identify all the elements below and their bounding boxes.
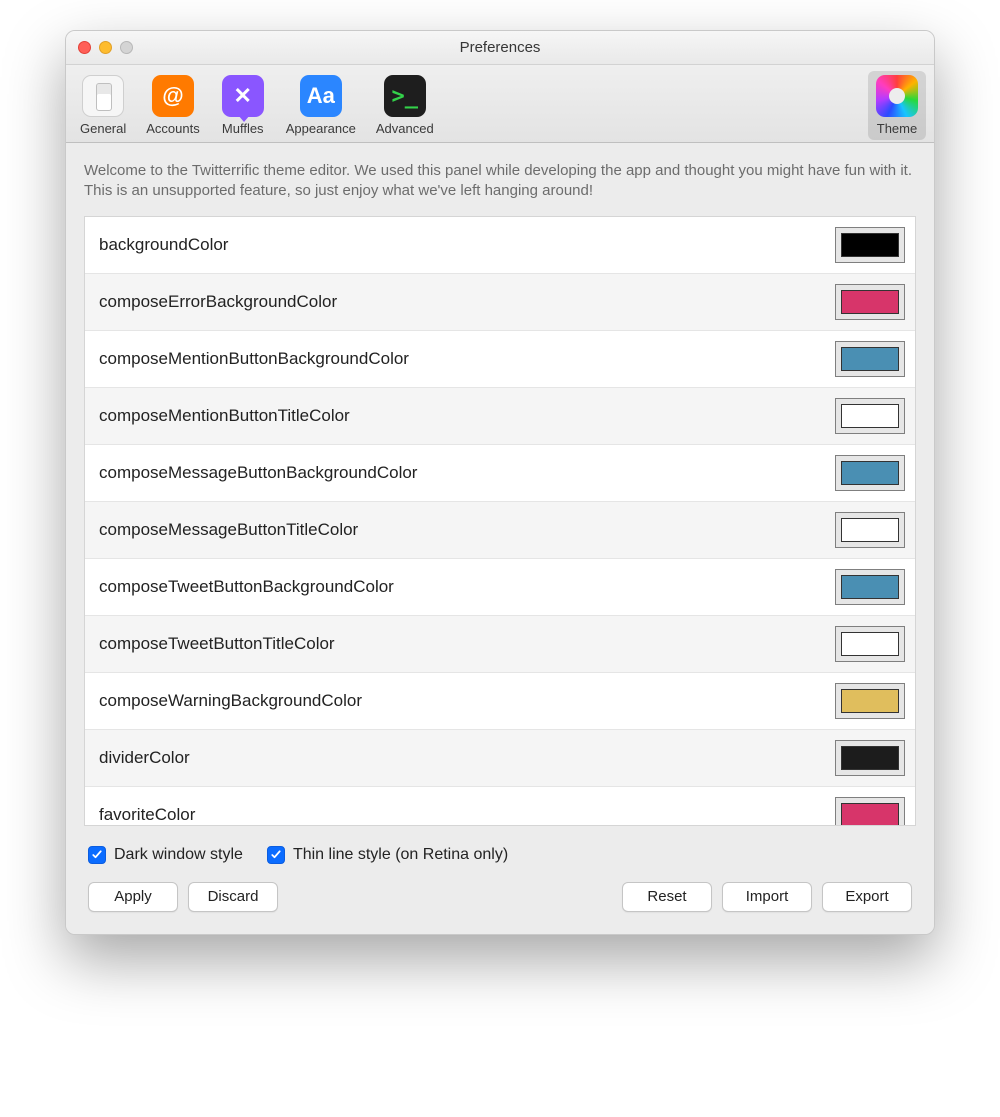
color-swatch[interactable] <box>835 227 905 263</box>
color-swatch[interactable] <box>835 626 905 662</box>
color-swatch[interactable] <box>835 455 905 491</box>
color-name-label: composeMentionButtonTitleColor <box>99 406 350 426</box>
color-swatch[interactable] <box>835 284 905 320</box>
tab-accounts[interactable]: @ Accounts <box>140 71 205 140</box>
tab-label: Theme <box>877 121 917 136</box>
dark-window-checkbox[interactable]: Dark window style <box>88 846 243 864</box>
color-swatch-fill <box>841 632 899 656</box>
color-row[interactable]: composeMentionButtonBackgroundColor <box>85 331 915 388</box>
color-swatch-fill <box>841 803 899 826</box>
color-name-label: composeTweetButtonTitleColor <box>99 634 335 654</box>
terminal-icon: >_ <box>384 75 426 117</box>
color-swatch[interactable] <box>835 512 905 548</box>
intro-text: Welcome to the Twitterrific theme editor… <box>84 161 916 202</box>
discard-button[interactable]: Discard <box>188 882 278 912</box>
titlebar: Preferences <box>66 31 934 65</box>
preferences-window: Preferences General @ Accounts ✕ Muffles… <box>65 30 935 935</box>
thin-line-checkbox[interactable]: Thin line style (on Retina only) <box>267 846 508 864</box>
color-swatch-fill <box>841 518 899 542</box>
color-swatch[interactable] <box>835 341 905 377</box>
tab-advanced[interactable]: >_ Advanced <box>370 71 440 140</box>
color-name-label: composeMentionButtonBackgroundColor <box>99 349 409 369</box>
color-wheel-icon <box>876 75 918 117</box>
color-swatch[interactable] <box>835 797 905 826</box>
color-swatch-fill <box>841 689 899 713</box>
tab-label: Accounts <box>146 121 199 136</box>
color-row[interactable]: composeTweetButtonBackgroundColor <box>85 559 915 616</box>
tab-muffles[interactable]: ✕ Muffles <box>214 71 272 140</box>
reset-button[interactable]: Reset <box>622 882 712 912</box>
switch-icon <box>82 75 124 117</box>
color-name-label: composeWarningBackgroundColor <box>99 691 362 711</box>
tab-general[interactable]: General <box>74 71 132 140</box>
button-row: Apply Discard Reset Import Export <box>84 864 916 916</box>
tab-label: Muffles <box>222 121 264 136</box>
tab-appearance[interactable]: Aa Appearance <box>280 71 362 140</box>
checkbox-label: Thin line style (on Retina only) <box>293 846 508 864</box>
color-name-label: favoriteColor <box>99 805 195 825</box>
color-swatch-fill <box>841 233 899 257</box>
color-swatch[interactable] <box>835 683 905 719</box>
color-name-label: composeTweetButtonBackgroundColor <box>99 577 394 597</box>
color-swatch-fill <box>841 461 899 485</box>
color-swatch[interactable] <box>835 569 905 605</box>
toolbar: General @ Accounts ✕ Muffles Aa Appearan… <box>66 65 934 143</box>
color-row[interactable]: composeErrorBackgroundColor <box>85 274 915 331</box>
font-icon: Aa <box>300 75 342 117</box>
color-swatch-fill <box>841 347 899 371</box>
at-sign-icon: @ <box>152 75 194 117</box>
checkbox-icon <box>267 846 285 864</box>
window-title: Preferences <box>66 39 934 56</box>
apply-button[interactable]: Apply <box>88 882 178 912</box>
options-row: Dark window style Thin line style (on Re… <box>84 826 916 864</box>
color-swatch[interactable] <box>835 740 905 776</box>
color-table[interactable]: backgroundColor composeErrorBackgroundCol… <box>84 216 916 826</box>
color-row[interactable]: composeWarningBackgroundColor <box>85 673 915 730</box>
color-row[interactable]: composeMessageButtonBackgroundColor <box>85 445 915 502</box>
color-row[interactable]: favoriteColor <box>85 787 915 826</box>
color-swatch[interactable] <box>835 398 905 434</box>
color-row[interactable]: backgroundColor <box>85 217 915 274</box>
color-name-label: dividerColor <box>99 748 190 768</box>
checkbox-label: Dark window style <box>114 846 243 864</box>
color-row[interactable]: dividerColor <box>85 730 915 787</box>
color-swatch-fill <box>841 575 899 599</box>
tab-theme[interactable]: Theme <box>868 71 926 140</box>
import-button[interactable]: Import <box>722 882 812 912</box>
pane-theme: Welcome to the Twitterrific theme editor… <box>66 143 934 934</box>
tab-label: Advanced <box>376 121 434 136</box>
color-swatch-fill <box>841 404 899 428</box>
tab-label: Appearance <box>286 121 356 136</box>
color-name-label: composeErrorBackgroundColor <box>99 292 337 312</box>
color-name-label: composeMessageButtonTitleColor <box>99 520 358 540</box>
color-row[interactable]: composeTweetButtonTitleColor <box>85 616 915 673</box>
color-swatch-fill <box>841 290 899 314</box>
mute-icon: ✕ <box>222 75 264 117</box>
color-row[interactable]: composeMentionButtonTitleColor <box>85 388 915 445</box>
color-name-label: backgroundColor <box>99 235 228 255</box>
export-button[interactable]: Export <box>822 882 912 912</box>
color-swatch-fill <box>841 746 899 770</box>
color-row[interactable]: composeMessageButtonTitleColor <box>85 502 915 559</box>
color-name-label: composeMessageButtonBackgroundColor <box>99 463 417 483</box>
checkbox-icon <box>88 846 106 864</box>
tab-label: General <box>80 121 126 136</box>
